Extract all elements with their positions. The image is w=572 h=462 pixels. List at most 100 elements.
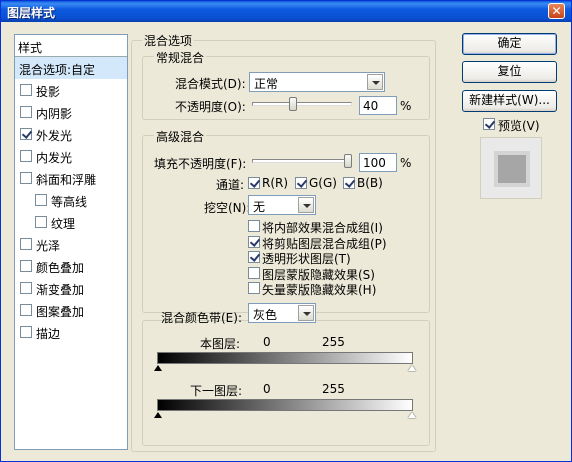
opacity-label: 不透明度(O): (175, 100, 246, 114)
new-style-button[interactable]: 新建样式(W)... (462, 90, 557, 112)
style-list-item-label: 内阴影 (36, 107, 73, 121)
blend-if-value: 灰色 (253, 308, 278, 322)
triangle-icon (154, 365, 162, 371)
style-list-item-label: 外发光 (36, 129, 73, 143)
title-bar[interactable]: 图层样式 ✕ (1, 1, 571, 22)
chevron-down-icon[interactable] (298, 197, 314, 213)
style-checkbox[interactable] (35, 216, 47, 228)
style-checkbox[interactable] (20, 326, 32, 338)
this-layer-max: 255 (322, 335, 345, 349)
style-list-item[interactable]: 渐变叠加 (15, 277, 127, 299)
underlying-layer-min: 0 (263, 382, 271, 396)
style-list-item-label: 渐变叠加 (36, 283, 85, 297)
this-layer-gradient (157, 352, 413, 364)
fill-opacity-percent: % (400, 156, 412, 170)
this-layer-white-handle[interactable] (408, 365, 417, 372)
triangle-icon (408, 412, 416, 418)
general-blending-title: 常规混合 (154, 49, 207, 66)
blend-if-select[interactable]: 灰色 (248, 303, 316, 323)
style-list-item-label: 颜色叠加 (36, 261, 85, 275)
close-icon[interactable]: ✕ (551, 4, 561, 18)
style-list-items: 混合选项:自定投影内阴影外发光内发光 斜面和浮雕等高线纹理光泽颜色叠加渐变叠加图案… (15, 57, 127, 343)
style-list-item-label: 纹理 (51, 217, 76, 231)
blend-mode-label: 混合模式(D): (175, 77, 246, 91)
underlying-layer-max: 255 (322, 382, 345, 396)
style-list-item[interactable]: 等高线 (15, 189, 127, 211)
channel-b-checkbox[interactable] (343, 177, 355, 189)
advanced-option-checkbox[interactable] (248, 267, 260, 279)
style-checkbox[interactable] (20, 150, 32, 162)
style-checkbox[interactable] (35, 194, 47, 206)
fill-opacity-label: 填充不透明度(F): (154, 157, 247, 171)
style-list-item[interactable]: 投影 (15, 79, 127, 101)
style-list-item[interactable]: 内阴影 (15, 101, 127, 123)
channel-r-checkbox[interactable] (248, 177, 260, 189)
style-list-item[interactable]: 光泽 (15, 233, 127, 255)
style-checkbox[interactable] (20, 282, 32, 294)
triangle-icon (154, 412, 162, 418)
style-list-item[interactable]: 描边 (15, 321, 127, 343)
fill-opacity-input[interactable]: 100 (359, 153, 397, 172)
opacity-value: 40 (363, 99, 379, 113)
style-list: 样式 混合选项:自定投影内阴影外发光内发光 斜面和浮雕等高线纹理光泽颜色叠加渐变叠… (14, 34, 128, 450)
blend-if-label: 混合颜色带(E): (161, 311, 242, 325)
advanced-option-checkbox[interactable] (248, 282, 260, 294)
knockout-select[interactable]: 无 (248, 195, 316, 215)
preview-swatch (494, 151, 530, 187)
fill-opacity-slider-thumb[interactable] (344, 154, 352, 168)
underlying-layer-gradient (157, 399, 413, 411)
style-checkbox[interactable] (20, 260, 32, 272)
blend-mode-select[interactable]: 正常 (249, 72, 385, 92)
style-list-item-label: 光泽 (36, 239, 61, 253)
underlying-layer-white-handle[interactable] (408, 412, 417, 419)
style-list-item[interactable]: 颜色叠加 (15, 255, 127, 277)
channels-label: 通道: (216, 178, 245, 192)
this-layer-black-handle[interactable] (154, 365, 163, 372)
style-checkbox[interactable] (20, 172, 32, 184)
triangle-icon (408, 365, 416, 371)
underlying-layer-black-handle[interactable] (154, 412, 163, 419)
style-list-item[interactable]: 纹理 (15, 211, 127, 233)
reset-button[interactable]: 复位 (462, 61, 557, 83)
style-checkbox[interactable] (20, 106, 32, 118)
style-list-item[interactable]: 图案叠加 (15, 299, 127, 321)
channel-g-checkbox[interactable] (295, 177, 307, 189)
blend-if-group (142, 320, 430, 446)
underlying-layer-label: 下一图层: (190, 384, 243, 398)
style-checkbox[interactable] (20, 128, 32, 140)
dialog-body: 样式 混合选项:自定投影内阴影外发光内发光 斜面和浮雕等高线纹理光泽颜色叠加渐变叠… (4, 22, 568, 459)
style-list-item[interactable]: 外发光 (15, 123, 127, 145)
chevron-down-icon[interactable] (298, 305, 314, 321)
preview-checkbox[interactable] (483, 118, 495, 130)
advanced-option-label: 将内部效果混合成组(I) (262, 221, 383, 235)
opacity-slider-track[interactable] (252, 102, 352, 106)
advanced-blending-title: 高级混合 (154, 128, 207, 145)
opacity-input[interactable]: 40 (359, 96, 397, 115)
advanced-option-checkbox[interactable] (248, 251, 260, 263)
layer-style-dialog: 图层样式 ✕ 样式 混合选项:自定投影内阴影外发光内发光 斜面和浮雕等高线纹理光泽… (0, 0, 572, 462)
style-checkbox[interactable] (20, 238, 32, 250)
ok-button[interactable]: 确定 (462, 33, 557, 55)
style-list-header[interactable]: 样式 (15, 35, 127, 57)
advanced-option-checkbox[interactable] (248, 236, 260, 248)
effect-preview-thumbnail (480, 137, 542, 199)
preview-label: 预览(V) (498, 119, 540, 133)
style-checkbox[interactable] (20, 304, 32, 316)
style-checkbox[interactable] (20, 84, 32, 96)
this-layer-min: 0 (263, 335, 271, 349)
advanced-option-checkbox[interactable] (248, 220, 260, 232)
style-list-item-label: 等高线 (51, 195, 88, 209)
this-layer-label: 本图层: (200, 337, 241, 351)
style-list-item-label: 混合选项:自定 (19, 63, 96, 77)
knockout-value: 无 (253, 200, 266, 214)
style-list-item[interactable]: 混合选项:自定 (15, 57, 127, 79)
window-title: 图层样式 (7, 6, 56, 20)
close-button[interactable]: ✕ (548, 3, 565, 19)
chevron-down-icon[interactable] (367, 74, 383, 90)
channel-r-label: R(R) (262, 176, 289, 190)
style-list-item[interactable]: 斜面和浮雕 (15, 167, 127, 189)
style-list-item[interactable]: 内发光 (15, 145, 127, 167)
fill-opacity-slider-track[interactable] (252, 159, 352, 163)
opacity-slider-thumb[interactable] (288, 97, 297, 111)
blend-mode-value: 正常 (254, 77, 279, 91)
